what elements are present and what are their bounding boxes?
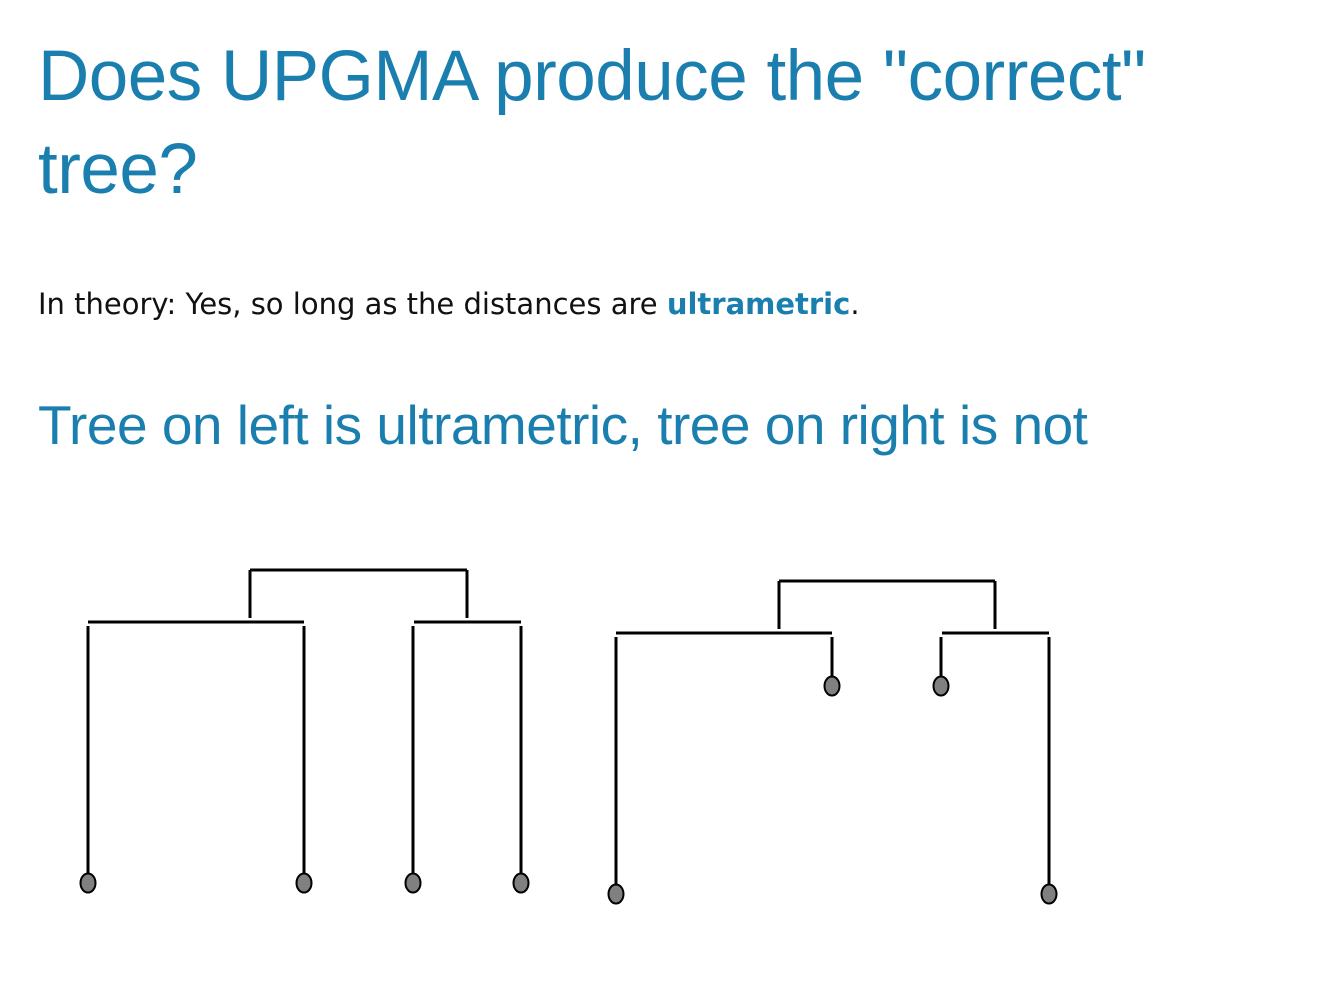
leaf-node [512, 872, 530, 894]
leaf-node [295, 872, 313, 894]
non-ultrametric-tree [607, 579, 1058, 905]
leaf-node [404, 872, 422, 894]
leaf-node [79, 872, 97, 894]
tree-diagrams [79, 568, 1058, 905]
leaf-node [1040, 883, 1058, 905]
leaf-node [823, 675, 841, 697]
leaf-node [932, 675, 950, 697]
ultrametric-tree [79, 568, 530, 894]
leaf-node [607, 883, 625, 905]
